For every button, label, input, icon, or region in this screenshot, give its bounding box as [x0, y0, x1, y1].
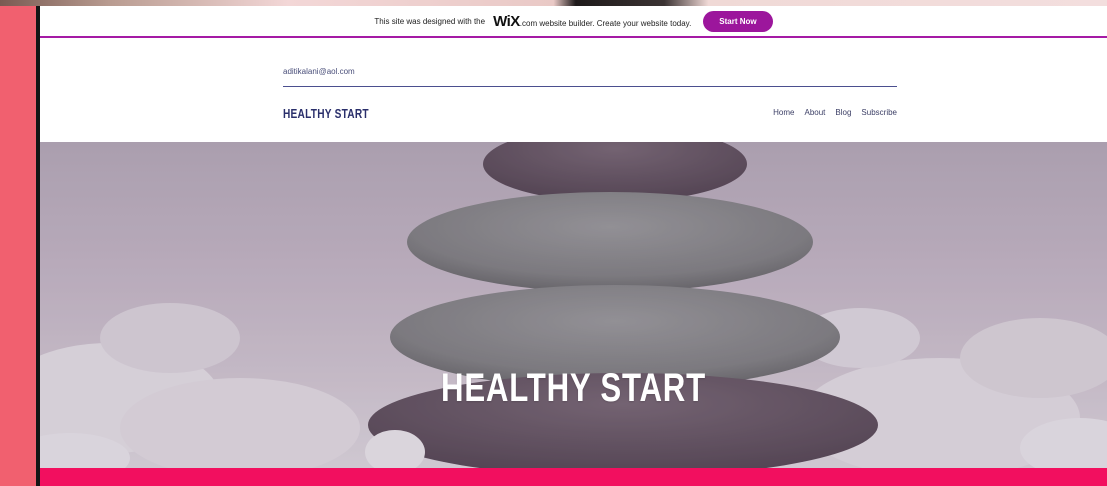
site-page: This site was designed with the WiX .com… [40, 6, 1107, 486]
nav-about[interactable]: About [805, 108, 826, 117]
wix-banner-text-start: This site was designed with the [374, 16, 486, 26]
nav-blog[interactable]: Blog [835, 108, 851, 117]
left-decorative-band [0, 0, 36, 486]
hero-title: HEALTHY START [441, 366, 706, 410]
nav-subscribe[interactable]: Subscribe [861, 108, 897, 117]
wix-logo[interactable]: WiX [493, 13, 520, 30]
hero-tint-overlay [40, 142, 1107, 468]
bottom-accent-bar [40, 468, 1107, 486]
nav-home[interactable]: Home [773, 108, 794, 117]
start-now-button[interactable]: Start Now [703, 10, 773, 32]
header-divider [283, 86, 897, 87]
wix-promo-banner: This site was designed with the WiX .com… [40, 6, 1107, 38]
wix-banner-text-end: .com website builder. Create your websit… [519, 18, 692, 28]
contact-email[interactable]: aditikalani@aol.com [283, 67, 355, 76]
site-brand-logo[interactable]: HEALTHY START [283, 106, 369, 121]
hero-section: HEALTHY START [40, 142, 1107, 468]
main-nav: Home About Blog Subscribe [773, 108, 897, 117]
site-header: aditikalani@aol.com HEALTHY START Home A… [40, 38, 1107, 142]
